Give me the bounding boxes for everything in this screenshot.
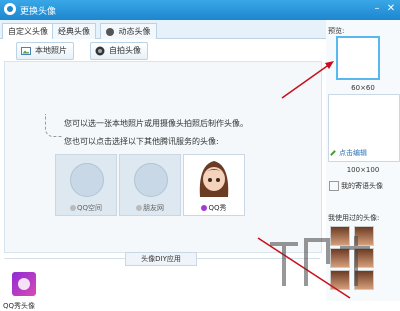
arrowhead-preview	[325, 61, 334, 69]
arrow-to-preview	[281, 63, 331, 99]
watermark-logo	[270, 236, 380, 292]
change-avatar-window: 更换头像 – ✕ 自定义头像 经典头像 动态头像 本地照片 自拍头像 您可以选一…	[0, 0, 400, 310]
qqshow-avatar-label: QQ秀头像	[3, 302, 36, 310]
